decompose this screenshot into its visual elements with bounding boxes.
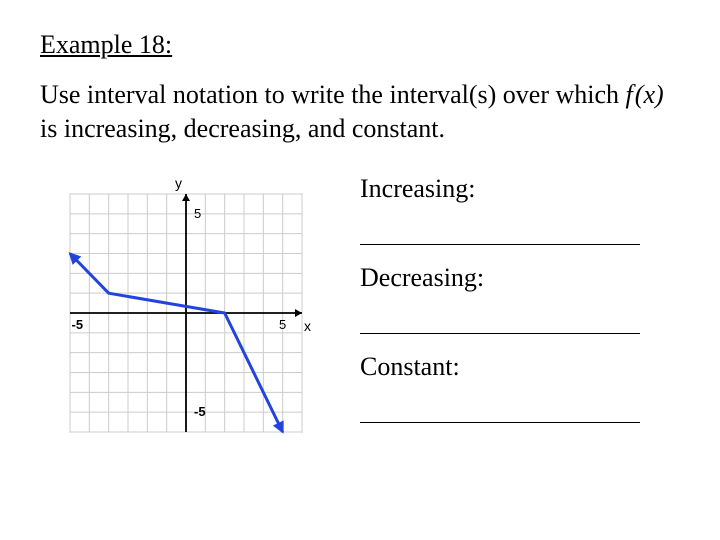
increasing-blank[interactable] bbox=[360, 222, 640, 245]
fx-arg: (x) bbox=[635, 80, 664, 109]
svg-text:x: x bbox=[304, 318, 311, 334]
prompt-after: is increasing, decreasing, and constant. bbox=[40, 114, 445, 143]
decreasing-blank[interactable] bbox=[360, 311, 640, 334]
page: Example 18: Use interval notation to wri… bbox=[0, 0, 720, 450]
fx-expression: f(x) bbox=[626, 80, 664, 109]
svg-text:5: 5 bbox=[194, 205, 201, 220]
svg-text:5: 5 bbox=[279, 317, 286, 332]
prompt-text: Use interval notation to write the inter… bbox=[40, 78, 680, 146]
constant-label: Constant: bbox=[360, 352, 680, 382]
function-graph: 5 -5 5 -5 x y bbox=[40, 170, 320, 450]
svg-text:y: y bbox=[175, 175, 182, 191]
chart-container: 5 -5 5 -5 x y bbox=[40, 166, 320, 450]
constant-blank[interactable] bbox=[360, 400, 640, 423]
fx-f: f bbox=[626, 80, 633, 109]
increasing-label: Increasing: bbox=[360, 174, 680, 204]
svg-text:-5: -5 bbox=[72, 317, 84, 332]
prompt-before: Use interval notation to write the inter… bbox=[40, 80, 626, 109]
content-row: 5 -5 5 -5 x y Increasing: Decreasing: Constan… bbox=[40, 166, 680, 450]
svg-text:-5: -5 bbox=[194, 404, 206, 419]
answers-column: Increasing: Decreasing: Constant: bbox=[360, 166, 680, 441]
decreasing-label: Decreasing: bbox=[360, 263, 680, 293]
example-heading: Example 18: bbox=[40, 30, 680, 60]
